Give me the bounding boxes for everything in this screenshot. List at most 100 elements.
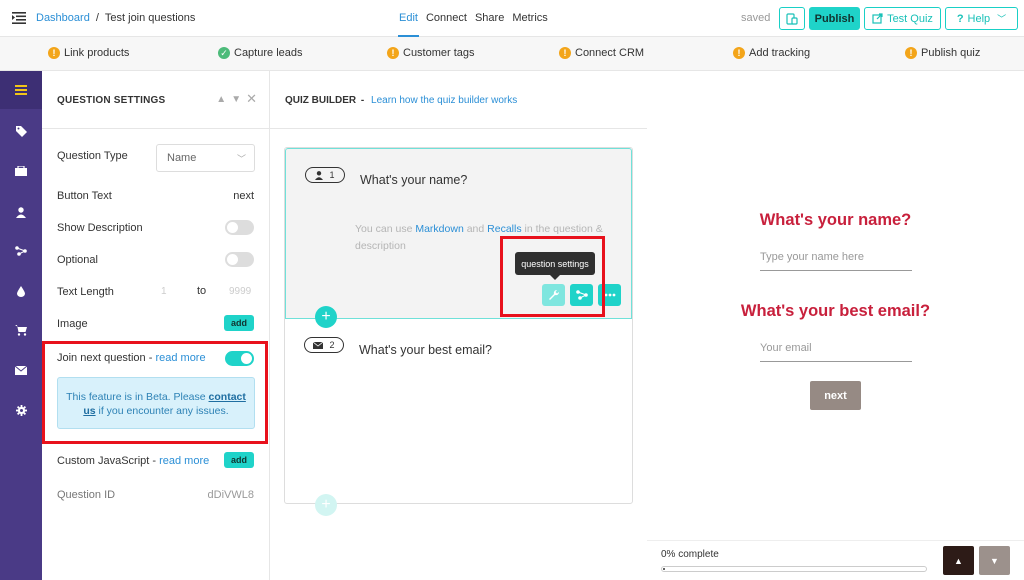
publish-button[interactable]: Publish xyxy=(809,7,860,30)
question-type-select[interactable]: Name ﹀ xyxy=(156,144,255,172)
image-label: Image xyxy=(57,318,88,330)
warning-icon: ! xyxy=(905,47,917,59)
button-text-field[interactable]: next xyxy=(233,190,254,202)
tab-connect[interactable]: Connect xyxy=(425,0,468,37)
highlight-box-join xyxy=(42,341,268,444)
sidebar-item-tags[interactable] xyxy=(13,123,29,139)
tab-share[interactable]: Share xyxy=(474,0,505,37)
setup-checklist: ! Link products ✓ Capture leads ! Customer … xyxy=(0,37,1024,71)
question-list: 1 What's your name? You can use Markdown… xyxy=(284,147,633,504)
preview-name-input[interactable]: Type your name here xyxy=(760,247,912,271)
checklist-link-products[interactable]: ! Link products xyxy=(48,47,129,59)
preview-question-2: What's your best email? xyxy=(740,302,931,320)
text-length-max-input[interactable]: 9999 xyxy=(229,286,251,297)
settings-title: QUESTION SETTINGS xyxy=(57,95,166,106)
question-text-2[interactable]: What's your best email? xyxy=(359,343,492,357)
learn-builder-link[interactable]: Learn how the quiz builder works xyxy=(371,95,517,106)
envelope-icon xyxy=(313,341,324,349)
text-length-to: to xyxy=(197,285,207,297)
quiz-preview: What's your name? Type your name here Wh… xyxy=(647,71,1024,580)
preview-question-1: What's your name? xyxy=(759,211,912,229)
builder-title-dash: - xyxy=(360,95,365,106)
test-quiz-label: Test Quiz xyxy=(887,12,933,25)
sidebar-item-settings[interactable] xyxy=(13,402,29,418)
custom-js-label: Custom JavaScript - read more xyxy=(57,455,209,467)
question-text[interactable]: What's your name? xyxy=(360,173,467,187)
move-down-icon[interactable]: ▼ xyxy=(231,94,241,107)
help-button[interactable]: ? Help ﹀ xyxy=(945,7,1018,30)
highlight-box-settings xyxy=(500,236,605,317)
optional-label: Optional xyxy=(57,254,98,266)
checklist-connect-crm[interactable]: ! Connect CRM xyxy=(559,47,644,59)
device-icon xyxy=(786,12,798,25)
toggle-knob xyxy=(227,254,238,265)
toggle-knob xyxy=(227,222,238,233)
add-question-button-bottom[interactable]: + xyxy=(315,494,337,516)
sidebar-item-email[interactable] xyxy=(13,362,29,378)
custom-js-read-more-link[interactable]: read more xyxy=(159,455,209,467)
chevron-down-icon: ﹀ xyxy=(236,154,246,164)
tab-metrics[interactable]: Metrics xyxy=(511,0,548,37)
box-icon xyxy=(15,166,27,176)
previous-question-button[interactable]: ▲ xyxy=(943,546,974,575)
add-question-button[interactable]: + xyxy=(315,306,337,328)
desc-text: You can use xyxy=(355,223,413,235)
device-preview-button[interactable] xyxy=(779,7,805,30)
next-question-button[interactable]: ▼ xyxy=(979,546,1010,575)
question-type-value: Name xyxy=(167,152,197,164)
breadcrumb-dashboard[interactable]: Dashboard xyxy=(36,12,90,24)
user-icon xyxy=(315,170,324,180)
sidebar-item-products[interactable] xyxy=(13,163,29,179)
checklist-label: Customer tags xyxy=(403,47,475,59)
help-label: Help xyxy=(967,12,991,25)
sidebar-item-logic[interactable] xyxy=(13,243,29,259)
gear-icon xyxy=(15,404,27,416)
settings-header: QUESTION SETTINGS ▲ ▼ ✕ xyxy=(42,71,270,129)
warning-icon: ! xyxy=(48,47,60,59)
question-badge: 2 xyxy=(304,337,344,353)
warning-icon: ! xyxy=(387,47,399,59)
close-icon[interactable]: ✕ xyxy=(246,91,257,107)
text-length-label: Text Length xyxy=(57,286,114,298)
question-number: 2 xyxy=(329,340,335,350)
desc-text: and xyxy=(466,223,485,235)
move-up-icon[interactable]: ▲ xyxy=(216,94,226,107)
list-icon xyxy=(15,85,27,95)
checklist-customer-tags[interactable]: ! Customer tags xyxy=(387,47,475,59)
optional-toggle[interactable] xyxy=(225,252,254,267)
sidebar-item-users[interactable] xyxy=(13,204,29,220)
preview-footer: 0% complete ▲ ▼ xyxy=(647,540,1024,580)
more-icon xyxy=(604,293,615,297)
question-icon: ? xyxy=(956,12,964,25)
breadcrumb: Dashboard / Test join questions xyxy=(36,12,195,24)
recalls-link[interactable]: Recalls xyxy=(487,223,521,235)
checklist-publish-quiz[interactable]: ! Publish quiz xyxy=(905,47,980,59)
test-quiz-button[interactable]: Test Quiz xyxy=(864,7,941,30)
chevron-down-icon: ▼ xyxy=(990,555,999,566)
progress-fill xyxy=(663,568,665,570)
user-icon xyxy=(16,206,26,218)
text-length-min-input[interactable]: 1 xyxy=(161,286,167,297)
sidebar-item-design[interactable] xyxy=(13,283,29,299)
checklist-label: Publish quiz xyxy=(921,47,981,59)
tab-edit[interactable]: Edit xyxy=(398,0,419,37)
breadcrumb-separator: / xyxy=(95,12,99,24)
show-description-toggle[interactable] xyxy=(225,220,254,235)
sidebar-item-shop[interactable] xyxy=(13,322,29,338)
branch-icon xyxy=(15,246,27,256)
add-custom-js-button[interactable]: add xyxy=(224,452,254,468)
question-settings-panel: QUESTION SETTINGS ▲ ▼ ✕ Question Type Na… xyxy=(42,71,270,580)
drop-icon xyxy=(17,285,25,297)
progress-bar xyxy=(661,566,927,572)
sidebar-item-questions[interactable] xyxy=(0,71,42,109)
checklist-capture-leads[interactable]: ✓ Capture leads xyxy=(218,47,303,59)
preview-next-button[interactable]: next xyxy=(810,381,861,410)
checklist-add-tracking[interactable]: ! Add tracking xyxy=(733,47,810,59)
preview-email-input[interactable]: Your email xyxy=(760,338,912,362)
add-image-button[interactable]: add xyxy=(224,315,254,331)
checklist-label: Capture leads xyxy=(234,47,303,59)
chevron-down-icon: ﹀ xyxy=(997,14,1007,24)
menu-toggle-icon[interactable] xyxy=(12,12,26,24)
markdown-link[interactable]: Markdown xyxy=(415,223,463,235)
check-icon: ✓ xyxy=(218,47,230,59)
